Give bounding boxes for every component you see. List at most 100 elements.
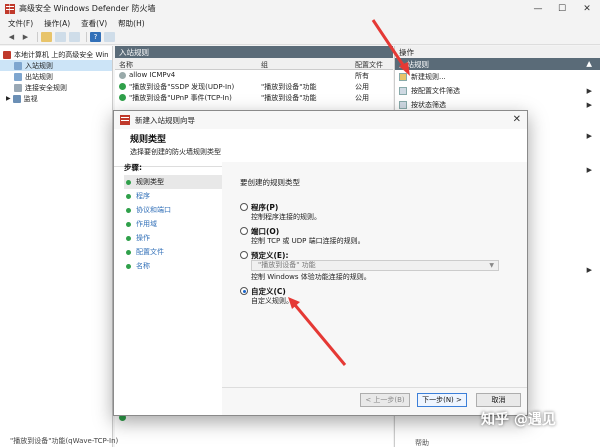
step-bullet-icon [126,193,131,199]
step-protocol-port[interactable]: 协议和端口 [124,203,222,217]
option-description: 控制程序连接的规则。 [251,213,321,221]
column-profile[interactable]: 配置文件 [355,60,383,70]
title-bar: 高级安全 Windows Defender 防火墙 — ☐ ✕ [0,0,600,17]
step-rule-type[interactable]: 规则类型 [124,175,222,189]
tree-root-label: 本地计算机 上的高级安全 Win [14,50,109,59]
connection-security-icon [14,83,22,92]
tree-item-inbound[interactable]: 入站规则 [0,60,112,71]
footer-divider [222,387,527,388]
minimize-button[interactable]: — [526,0,550,17]
rule-group: "播放到设备"功能 [261,83,317,91]
export-list-icon[interactable] [69,32,80,42]
tree-item-monitor[interactable]: ▶ 监视 [0,93,112,104]
menu-action[interactable]: 操作(A) [44,18,70,29]
step-action[interactable]: 操作 [124,231,222,245]
option-description: 控制 Windows 体验功能连接的规则。 [251,273,371,281]
program-radio[interactable] [240,203,248,211]
rules-list-header: 入站规则 [115,46,393,58]
menu-file[interactable]: 文件(F) [8,18,33,29]
predefined-select[interactable]: "播放到设备" 功能 ▼ [251,260,499,271]
dialog-close-button[interactable]: ✕ [513,114,521,125]
toolbar-divider [86,32,87,42]
action-label: 按状态筛选 [411,101,446,109]
firewall-icon [3,50,11,59]
step-label: 操作 [136,234,150,242]
rule-type-question: 要创建的规则类型 [240,178,300,187]
column-headers: 名称 组 配置文件 [115,58,393,70]
rule-enabled-icon [119,94,126,101]
rule-profile: 公用 [355,94,369,102]
menu-help[interactable]: 帮助(H) [118,18,145,29]
step-label: 规则类型 [136,178,164,186]
toolbar: ◀ ▶ ? [0,30,600,45]
maximize-button[interactable]: ☐ [550,0,574,17]
step-program[interactable]: 程序 [124,189,222,203]
submenu-arrow-icon: ▶ [586,132,592,140]
tree-item-connection-security[interactable]: 连接安全规则 [0,82,112,93]
new-inbound-rule-wizard: 新建入站规则向导 ✕ 规则类型 选择要创建的防火墙规则类型 步骤: 规则类型 程… [113,110,528,416]
steps-title: 步骤: [124,163,142,172]
column-name[interactable]: 名称 [119,60,133,70]
back-button[interactable]: < 上一步(B) [360,393,410,407]
port-radio[interactable] [240,227,248,235]
cancel-button[interactable]: 取消 [476,393,521,407]
watermark: 知乎 @遇见 [481,412,556,428]
wizard-heading: 规则类型 [130,135,167,145]
step-name[interactable]: 名称 [124,259,222,273]
actions-section[interactable]: 入站规则 ▲ [395,58,600,70]
new-rule-icon [399,73,407,81]
step-label: 名称 [136,262,150,270]
action-label: 新建规则... [411,73,446,81]
step-bullet-icon [126,249,131,255]
step-scope[interactable]: 作用域 [124,217,222,231]
step-bullet-icon [126,263,131,269]
predefined-radio[interactable] [240,251,248,259]
toolbar-divider [37,32,38,42]
tree-root[interactable]: 本地计算机 上的高级安全 Win [0,49,112,60]
action-label: 按配置文件筛选 [411,87,460,95]
step-label: 协议和端口 [136,206,171,214]
table-row[interactable]: "播放到设备"SSDP 发现(UDP-In) "播放到设备"功能 公用 [115,81,393,92]
dialog-title: 新建入站规则向导 [135,115,195,125]
tree-item-outbound[interactable]: 出站规则 [0,71,112,82]
folder-up-icon[interactable] [41,32,52,42]
back-arrow-icon[interactable]: ◀ [6,32,17,42]
table-row[interactable]: allow ICMPv4 所有 [115,70,393,81]
wizard-content: 要创建的规则类型 程序(P) 控制程序连接的规则。 端口(O) 控制 TCP 或… [222,162,527,415]
next-button[interactable]: 下一步(N) > [417,393,467,407]
help-icon[interactable]: ? [90,32,101,42]
expand-arrow-icon[interactable]: ▶ [6,95,11,102]
forward-arrow-icon[interactable]: ▶ [20,32,31,42]
wizard-steps: 步骤: 规则类型 程序 协议和端口 作用域 操作 配置文件 名称 [124,162,222,410]
menu-view[interactable]: 查看(V) [81,18,107,29]
rule-name: "播放到设备"UPnP 事件(TCP-In) [129,94,232,102]
tree-item-label: 入站规则 [25,61,53,70]
option-description: 控制 TCP 或 UDP 端口连接的规则。 [251,237,365,245]
firewall-icon [5,3,15,14]
new-rule-action[interactable]: 新建规则... [395,70,600,84]
step-label: 作用域 [136,220,157,228]
filter-icon [399,87,407,95]
collapse-arrow-icon[interactable]: ▲ [586,59,592,68]
console-tree: 本地计算机 上的高级安全 Win 入站规则 出站规则 连接安全规则 ▶ 监视 [0,46,113,447]
step-bullet-icon [126,207,131,213]
dialog-title-bar: 新建入站规则向导 [114,111,527,129]
menu-bar: 文件(F) 操作(A) 查看(V) 帮助(H) [0,17,600,30]
close-button[interactable]: ✕ [575,0,599,17]
rule-group: "播放到设备"功能 [261,94,317,102]
step-label: 配置文件 [136,248,164,256]
help-action[interactable]: 帮助 [415,438,429,447]
submenu-arrow-icon: ▶ [586,266,592,274]
custom-radio[interactable] [240,287,248,295]
console-tree-icon[interactable] [55,32,66,42]
actions-section-label: 入站规则 [399,59,429,69]
column-group[interactable]: 组 [261,60,268,70]
table-row[interactable]: "播放到设备"UPnP 事件(TCP-In) "播放到设备"功能 公用 [115,92,393,103]
properties-icon[interactable] [104,32,115,42]
step-profile[interactable]: 配置文件 [124,245,222,259]
rule-enabled-icon [119,72,126,79]
filter-by-profile-action[interactable]: 按配置文件筛选 ▶ [395,84,600,98]
outbound-rules-icon [14,72,22,81]
tree-item-label: 监视 [23,94,38,103]
rule-name: "播放到设备"SSDP 发现(UDP-In) [129,83,235,91]
